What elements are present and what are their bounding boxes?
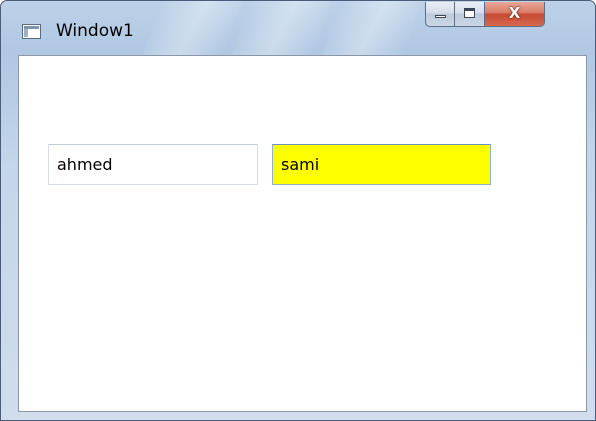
window-app-icon[interactable] <box>22 24 41 39</box>
title-bar[interactable]: Window1 X <box>1 1 595 49</box>
client-area: ahmed sami <box>18 55 587 412</box>
application-window: Window1 X ahmed sami <box>0 0 596 421</box>
close-icon: X <box>508 4 521 22</box>
close-button[interactable]: X <box>485 2 545 27</box>
textbox-first[interactable]: ahmed <box>48 144 258 185</box>
minimize-icon <box>435 15 446 18</box>
textbox-second[interactable]: sami <box>272 144 491 185</box>
maximize-icon <box>464 8 475 18</box>
maximize-button[interactable] <box>455 2 485 27</box>
window-title: Window1 <box>56 21 134 41</box>
caption-buttons: X <box>425 2 545 27</box>
minimize-button[interactable] <box>425 2 455 27</box>
